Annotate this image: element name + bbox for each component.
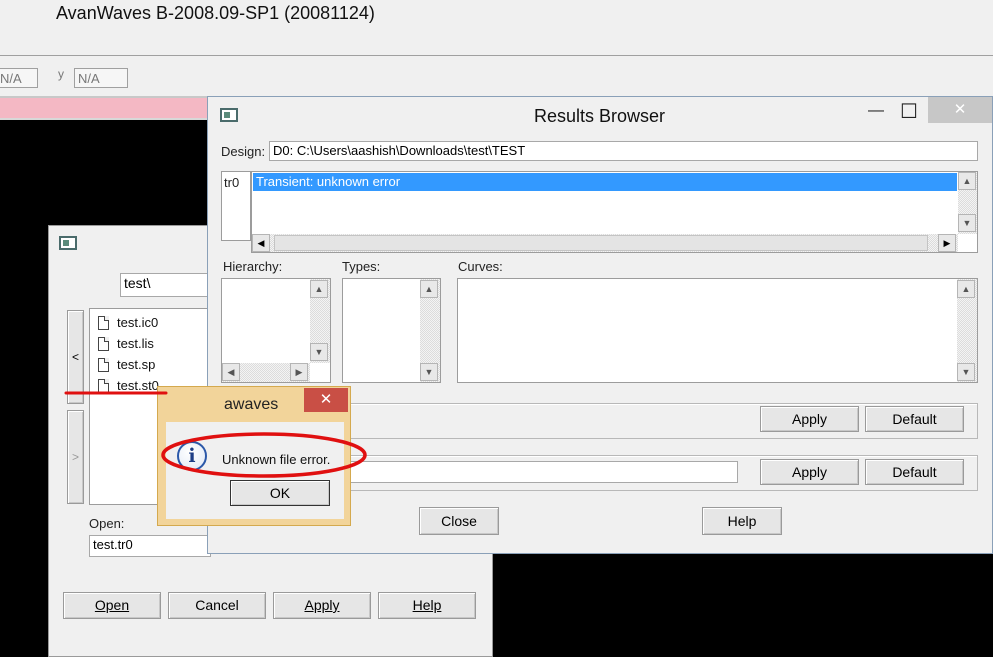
hierarchy-list[interactable]: ▲ ▼ ◀ ▶: [221, 278, 331, 383]
apply-button[interactable]: Apply: [273, 592, 371, 619]
default-button-1[interactable]: Default: [865, 406, 964, 432]
document-icon: [98, 379, 109, 393]
ok-button[interactable]: OK: [230, 480, 330, 506]
y-coordinate-label: y: [58, 67, 64, 81]
minimize-icon[interactable]: —: [868, 102, 884, 120]
scroll-up-arrow-icon[interactable]: ▲: [310, 280, 328, 298]
maximize-icon[interactable]: ☐: [900, 99, 918, 124]
scroll-down-arrow-icon[interactable]: ▼: [420, 363, 438, 381]
open-label: Open:: [89, 516, 125, 531]
hierarchy-label: Hierarchy:: [223, 259, 283, 274]
results-browser-title: Results Browser: [534, 106, 666, 126]
analysis-tag[interactable]: tr0: [224, 175, 239, 190]
scroll-right-arrow-icon[interactable]: ▶: [290, 363, 308, 381]
scroll-right-arrow-icon[interactable]: ▶: [938, 234, 956, 252]
alert-title: awaves: [224, 396, 279, 413]
information-icon: i: [177, 441, 207, 471]
open-button[interactable]: Open: [63, 592, 161, 619]
close-window-icon[interactable]: ✕: [928, 97, 992, 123]
open-filename-field[interactable]: test.tr0: [89, 535, 211, 557]
types-list[interactable]: ▲ ▼: [342, 278, 441, 383]
scroll-up-arrow-icon[interactable]: ▲: [420, 280, 438, 298]
nav-down-button[interactable]: >: [67, 410, 84, 504]
app-title: AvanWaves B-2008.09-SP1 (20081124): [56, 3, 375, 23]
horizontal-scroll-thumb[interactable]: [274, 235, 928, 251]
y-coordinate-field: N/A: [74, 68, 128, 88]
analysis-item-selected[interactable]: Transient: unknown error: [253, 173, 957, 191]
cancel-button[interactable]: Cancel: [168, 592, 266, 619]
nav-up-button[interactable]: <: [67, 310, 84, 404]
document-icon: [98, 316, 109, 330]
alert-message: Unknown file error.: [222, 452, 331, 467]
curves-list[interactable]: ▲ ▼: [457, 278, 978, 383]
scroll-down-arrow-icon[interactable]: ▼: [957, 363, 975, 381]
file-name: test.st0: [117, 378, 159, 393]
results-window-icon: [220, 108, 238, 122]
scroll-up-arrow-icon[interactable]: ▲: [957, 280, 975, 298]
scroll-left-arrow-icon[interactable]: ◀: [252, 234, 270, 252]
document-icon: [98, 358, 109, 372]
types-label: Types:: [342, 259, 381, 274]
coordinate-bar: N/A y N/A: [0, 56, 993, 96]
help-button[interactable]: Help: [702, 507, 782, 535]
scroll-down-arrow-icon[interactable]: ▼: [310, 343, 328, 361]
default-button-2[interactable]: Default: [865, 459, 964, 485]
help-button[interactable]: Help: [378, 592, 476, 619]
scroll-down-arrow-icon[interactable]: ▼: [958, 214, 976, 232]
design-label: Design:: [221, 144, 266, 159]
file-name: test.sp: [117, 357, 156, 372]
alert-close-icon[interactable]: ✕: [304, 388, 348, 412]
expression-field[interactable]: [348, 461, 738, 483]
alert-dialog: awaves ✕ i Unknown file error. OK: [157, 386, 351, 526]
dialog-window-icon: [59, 236, 77, 250]
scroll-up-arrow-icon[interactable]: ▲: [958, 172, 976, 190]
app-menu-bar: [0, 28, 993, 56]
file-name: test.lis: [117, 336, 154, 351]
analysis-list: Transient: unknown error ▲ ▼ ◀ ▶: [251, 171, 978, 253]
design-path-field[interactable]: D0: C:\Users\aashish\Downloads\test\TEST: [269, 141, 978, 161]
apply-button-1[interactable]: Apply: [760, 406, 859, 432]
document-icon: [98, 337, 109, 351]
filter-field[interactable]: test\: [120, 273, 220, 297]
file-name: test.ic0: [117, 315, 159, 330]
curves-label: Curves:: [458, 259, 503, 274]
results-browser-title-bar: Results Browser — ☐ ✕: [208, 97, 992, 133]
analysis-tag-list: tr0: [221, 171, 251, 241]
close-button[interactable]: Close: [419, 507, 499, 535]
app-title-bar: AvanWaves B-2008.09-SP1 (20081124): [0, 0, 993, 28]
apply-button-2[interactable]: Apply: [760, 459, 859, 485]
x-coordinate-field: N/A: [0, 68, 38, 88]
scroll-left-arrow-icon[interactable]: ◀: [222, 363, 240, 381]
